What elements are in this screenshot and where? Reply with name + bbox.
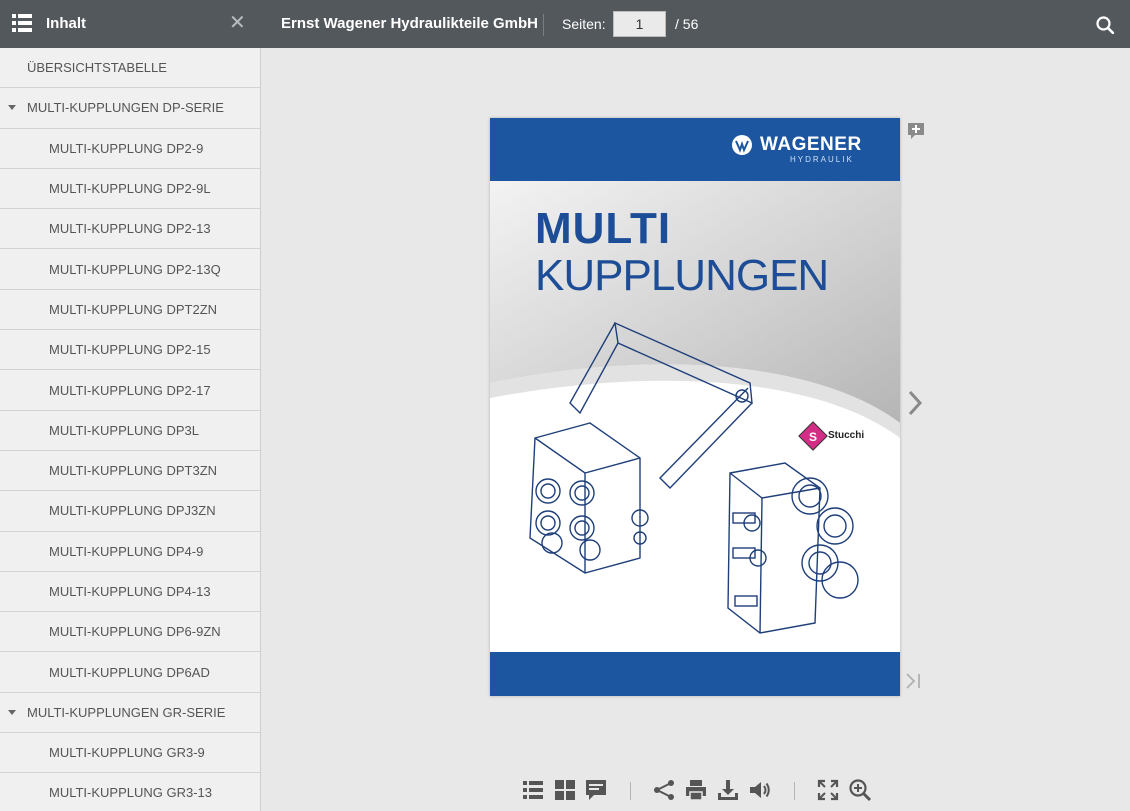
toc-item[interactable]: MULTI-KUPPLUNG DP2-13 bbox=[0, 209, 260, 250]
zoom-in-icon[interactable] bbox=[848, 778, 872, 802]
toc-item[interactable]: MULTI-KUPPLUNG GR3-9 bbox=[0, 733, 260, 774]
brand-logo-text: WAGENER bbox=[760, 134, 862, 155]
toc-item-label: MULTI-KUPPLUNG DP4-9 bbox=[49, 543, 204, 559]
partner-logo-text: Stucchi bbox=[828, 430, 865, 441]
cover-title-line2: KUPPLUNGEN bbox=[535, 251, 829, 300]
fullscreen-icon[interactable] bbox=[816, 778, 840, 802]
page-number-input[interactable] bbox=[613, 11, 666, 37]
toc-item[interactable]: MULTI-KUPPLUNG DP6-9ZN bbox=[0, 612, 260, 653]
toc-item-label: MULTI-KUPPLUNG DPT3ZN bbox=[49, 463, 218, 479]
toc-item-label: MULTI-KUPPLUNG DP2-9L bbox=[49, 181, 211, 197]
toc-item[interactable]: MULTI-KUPPLUNG DPJ3ZN bbox=[0, 491, 260, 532]
toc-item[interactable]: MULTI-KUPPLUNG DP2-9 bbox=[0, 129, 260, 169]
toc-section[interactable]: ÜBERSICHTSTABELLE bbox=[0, 48, 260, 89]
toc-item[interactable]: MULTI-KUPPLUNG DP4-9 bbox=[0, 532, 260, 572]
cover-title-line1: MULTI bbox=[535, 204, 672, 253]
print-icon[interactable] bbox=[684, 778, 708, 802]
toc-item[interactable]: MULTI-KUPPLUNG DPT3ZN bbox=[0, 451, 260, 492]
toc-section[interactable]: MULTI-KUPPLUNGEN GR-SERIE bbox=[0, 693, 260, 734]
top-bar: Inhalt ✕ Ernst Wagener Hydraulikteile Gm… bbox=[0, 0, 1130, 48]
toc-item[interactable]: MULTI-KUPPLUNG DPT2ZN bbox=[0, 290, 260, 331]
toolbar-divider bbox=[630, 782, 631, 800]
toc-section[interactable]: MULTI-KUPPLUNGEN DP-SERIE bbox=[0, 88, 260, 129]
brand-subtitle: HYDRAULIK bbox=[790, 155, 854, 164]
search-icon[interactable] bbox=[1096, 16, 1114, 34]
table-of-contents: ÜBERSICHTSTABELLE MULTI-KUPPLUNGEN DP-SER… bbox=[0, 48, 261, 811]
toc-item-label: ÜBERSICHTSTABELLE bbox=[27, 60, 167, 76]
toc-item-label: MULTI-KUPPLUNG DP2-13Q bbox=[49, 261, 221, 277]
sidebar-title: Inhalt bbox=[46, 15, 86, 32]
divider bbox=[543, 14, 544, 36]
toc-item[interactable]: MULTI-KUPPLUNG DP2-15 bbox=[0, 330, 260, 371]
toc-item-label: MULTI-KUPPLUNG DP2-9 bbox=[49, 140, 204, 156]
bottom-toolbar bbox=[261, 775, 1130, 805]
last-page-icon[interactable] bbox=[905, 672, 923, 690]
toc-item-label: MULTI-KUPPLUNG DP2-15 bbox=[49, 342, 211, 358]
total-pages: / 56 bbox=[675, 16, 699, 32]
toc-item[interactable]: MULTI-KUPPLUNG DP4-13 bbox=[0, 572, 260, 613]
toc-item[interactable]: MULTI-KUPPLUNG GR3-13 bbox=[0, 773, 260, 811]
toc-item[interactable]: MULTI-KUPPLUNG DP2-13Q bbox=[0, 249, 260, 290]
toc-item-label: MULTI-KUPPLUNG DP2-17 bbox=[49, 382, 211, 398]
notes-icon[interactable] bbox=[584, 778, 608, 802]
share-icon[interactable] bbox=[652, 778, 676, 802]
toc-item-label: MULTI-KUPPLUNG DP6AD bbox=[49, 664, 210, 680]
toc-item-label: MULTI-KUPPLUNG DPJ3ZN bbox=[49, 503, 216, 519]
document-viewer: S MULTI KUPPLUNGEN WAGENER HYDRAULIK Stu… bbox=[261, 48, 1130, 811]
expand-caret-icon[interactable] bbox=[8, 105, 16, 111]
document-page[interactable]: S MULTI KUPPLUNGEN WAGENER HYDRAULIK Stu… bbox=[490, 118, 900, 696]
toc-item[interactable]: MULTI-KUPPLUNG DP2-17 bbox=[0, 370, 260, 411]
table-of-contents-icon[interactable] bbox=[12, 13, 32, 33]
toc-icon[interactable] bbox=[521, 778, 545, 802]
toc-item-label: MULTI-KUPPLUNG DPT2ZN bbox=[49, 301, 218, 317]
svg-text:S: S bbox=[809, 430, 817, 444]
download-icon[interactable] bbox=[716, 778, 740, 802]
toc-item-label: MULTI-KUPPLUNGEN DP-SERIE bbox=[27, 100, 224, 116]
thumbnails-icon[interactable] bbox=[553, 778, 577, 802]
toc-item-label: MULTI-KUPPLUNG GR3-13 bbox=[49, 785, 213, 801]
close-sidebar-icon[interactable]: ✕ bbox=[229, 13, 246, 33]
toc-item-label: MULTI-KUPPLUNG DP4-13 bbox=[49, 584, 211, 599]
toc-item-label: MULTI-KUPPLUNGEN GR-SERIE bbox=[27, 704, 226, 720]
pages-label: Seiten: bbox=[562, 16, 606, 32]
toc-item[interactable]: MULTI-KUPPLUNG DP2-9L bbox=[0, 169, 260, 210]
toc-item-label: MULTI-KUPPLUNG DP6-9ZN bbox=[49, 624, 221, 640]
document-title: Ernst Wagener Hydraulikteile GmbH bbox=[281, 15, 539, 32]
toc-item[interactable]: MULTI-KUPPLUNG DP3L bbox=[0, 411, 260, 451]
sidebar-header: Inhalt ✕ bbox=[0, 0, 260, 48]
sound-icon[interactable] bbox=[748, 778, 772, 802]
toolbar-divider bbox=[794, 782, 795, 800]
next-page-arrow-icon[interactable] bbox=[905, 388, 925, 418]
toc-item-label: MULTI-KUPPLUNG DP3L bbox=[49, 422, 200, 438]
expand-caret-icon[interactable] bbox=[8, 709, 16, 715]
add-note-icon[interactable] bbox=[907, 122, 925, 140]
toc-item-label: MULTI-KUPPLUNG GR3-9 bbox=[49, 745, 205, 761]
toc-item-label: MULTI-KUPPLUNG DP2-13 bbox=[49, 221, 211, 237]
toc-item[interactable]: MULTI-KUPPLUNG DP6AD bbox=[0, 652, 260, 693]
